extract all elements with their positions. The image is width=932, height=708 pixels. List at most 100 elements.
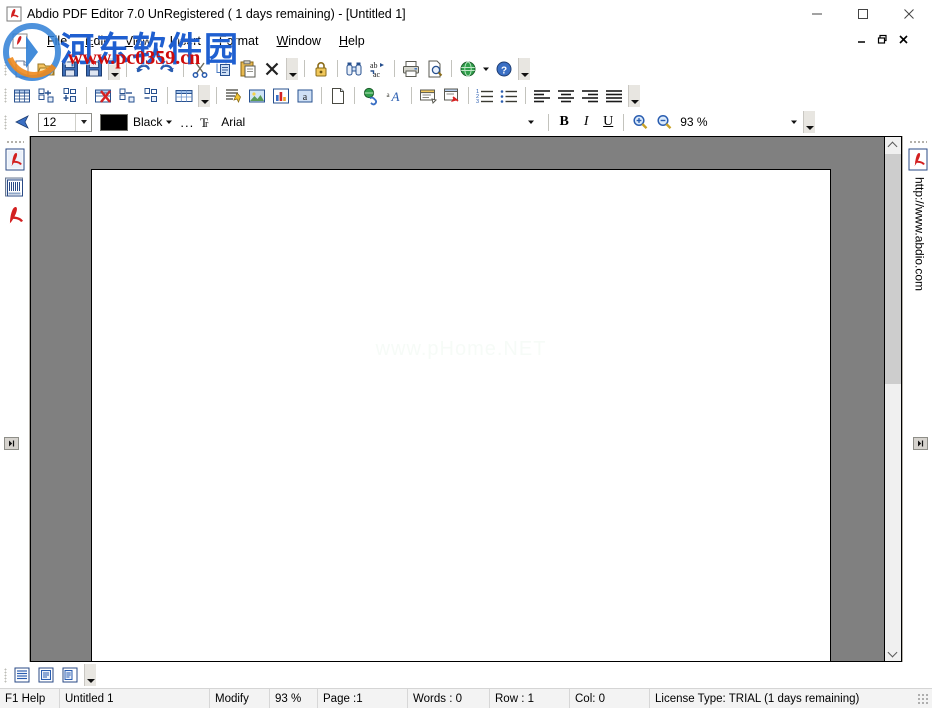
expand-panel-icon[interactable]	[4, 437, 19, 450]
menu-item-edit[interactable]: Edit	[76, 31, 116, 51]
save-icon[interactable]	[58, 57, 82, 80]
minimize-icon[interactable]	[794, 0, 840, 27]
menu-item-format[interactable]: Format	[210, 31, 268, 51]
select-arrow-icon[interactable]	[10, 111, 34, 134]
watermark-icon[interactable]: a A	[383, 84, 407, 107]
delete-row-icon[interactable]	[139, 84, 163, 107]
zoom-dropdown-arrow-icon[interactable]	[787, 118, 801, 126]
toolbar-overflow-4[interactable]	[198, 85, 210, 107]
pdf-app-icon[interactable]	[906, 147, 930, 173]
copy-icon[interactable]	[212, 57, 236, 80]
document-canvas[interactable]: www.pHome.NET	[30, 136, 902, 662]
insert-page-icon[interactable]	[326, 84, 350, 107]
menu-item-file[interactable]: FFileile	[38, 31, 76, 51]
pdf-attach-icon[interactable]	[3, 203, 27, 229]
toolbar-overflow-3[interactable]	[518, 58, 530, 80]
align-center-icon[interactable]	[554, 84, 578, 107]
document-page[interactable]: www.pHome.NET	[91, 169, 831, 662]
table-icon[interactable]	[10, 84, 34, 107]
close-icon[interactable]	[886, 0, 932, 27]
globe-dropdown-arrow-icon[interactable]	[480, 57, 492, 80]
bullet-list-icon[interactable]	[497, 84, 521, 107]
delete-table-icon[interactable]	[91, 84, 115, 107]
align-justify-icon[interactable]	[602, 84, 626, 107]
scrollbar-thumb[interactable]	[885, 154, 901, 384]
insert-image-icon[interactable]	[245, 84, 269, 107]
maximize-icon[interactable]	[840, 0, 886, 27]
toolbar-overflow-5[interactable]	[628, 85, 640, 107]
form-field-icon[interactable]	[221, 84, 245, 107]
menu-item-help[interactable]: Help	[330, 31, 374, 51]
print-preview-icon[interactable]	[423, 57, 447, 80]
new-document-icon[interactable]	[10, 57, 34, 80]
zoom-out-icon[interactable]	[652, 111, 676, 134]
paste-icon[interactable]	[236, 57, 260, 80]
insert-column-icon[interactable]	[34, 84, 58, 107]
bold-button[interactable]: B	[553, 112, 575, 133]
menu-item-view[interactable]: View	[116, 31, 161, 51]
chevron-down-icon[interactable]	[75, 114, 91, 131]
mdi-minimize-icon[interactable]	[855, 31, 868, 47]
toolbar-grip[interactable]	[4, 115, 7, 130]
insert-chart-icon[interactable]	[269, 84, 293, 107]
expand-panel-icon[interactable]	[913, 437, 928, 450]
toolbar-grip[interactable]	[4, 668, 7, 683]
toolbar-grip[interactable]	[4, 88, 7, 103]
view-page-icon[interactable]	[34, 664, 58, 686]
abdio-url-label[interactable]: http://www.abdio.com	[909, 177, 927, 291]
menu-item-window[interactable]: Window	[267, 31, 329, 51]
font-size-combo[interactable]: 12	[38, 113, 92, 132]
insert-row-icon[interactable]	[58, 84, 82, 107]
menu-item-insert[interactable]: Insert	[161, 31, 210, 51]
panel-grip[interactable]	[6, 140, 24, 144]
stamp-icon[interactable]	[440, 84, 464, 107]
color-swatch[interactable]	[100, 114, 128, 131]
redo-icon[interactable]	[155, 57, 179, 80]
color-dropdown-arrow-icon[interactable]	[162, 118, 176, 126]
toolbar-overflow-1[interactable]	[108, 58, 120, 80]
align-right-icon[interactable]	[578, 84, 602, 107]
toolbar-grip[interactable]	[4, 61, 7, 76]
insert-textbox-icon[interactable]: a	[293, 84, 317, 107]
scrollbar-track[interactable]	[885, 154, 901, 644]
save-as-icon[interactable]	[82, 57, 106, 80]
italic-button[interactable]: I	[575, 112, 597, 133]
lock-icon[interactable]	[309, 57, 333, 80]
scroll-down-icon[interactable]	[885, 644, 901, 661]
font-name-combo[interactable]: T r Arial	[200, 113, 538, 132]
font-dropdown-arrow-icon[interactable]	[524, 118, 538, 126]
zoom-in-icon[interactable]	[628, 111, 652, 134]
hyperlink-icon[interactable]	[359, 84, 383, 107]
help-question-icon[interactable]: ?	[492, 57, 516, 80]
resize-grip-icon[interactable]	[917, 693, 929, 705]
view-layout-icon[interactable]	[58, 664, 82, 686]
scroll-up-icon[interactable]	[885, 137, 901, 154]
table-grid-icon[interactable]	[172, 84, 196, 107]
view-normal-icon[interactable]	[10, 664, 34, 686]
replace-abac-icon[interactable]: ab ac	[366, 57, 390, 80]
comment-icon[interactable]	[416, 84, 440, 107]
cut-scissors-icon[interactable]	[188, 57, 212, 80]
toolbar-overflow-2[interactable]	[286, 58, 298, 80]
mdi-restore-icon[interactable]	[876, 31, 889, 47]
more-colors-button[interactable]: ...	[176, 115, 198, 130]
pdf-bookmark-icon[interactable]	[3, 147, 27, 173]
find-binoculars-icon[interactable]	[342, 57, 366, 80]
viewbar-overflow[interactable]	[84, 664, 96, 686]
globe-icon[interactable]	[456, 57, 480, 80]
print-icon[interactable]	[399, 57, 423, 80]
numbered-list-icon[interactable]: 1 2 3	[473, 84, 497, 107]
underline-button[interactable]: U	[597, 112, 619, 133]
delete-column-icon[interactable]	[115, 84, 139, 107]
zoom-combo[interactable]: 93 %	[676, 115, 801, 129]
panel-grip[interactable]	[909, 140, 927, 144]
color-picker[interactable]: Black ...	[100, 114, 198, 131]
mdi-close-icon[interactable]	[897, 31, 910, 47]
delete-x-icon[interactable]	[260, 57, 284, 80]
undo-icon[interactable]	[131, 57, 155, 80]
align-left-icon[interactable]	[530, 84, 554, 107]
toolbar-overflow-6[interactable]	[803, 111, 815, 133]
mdi-app-icon[interactable]	[12, 33, 28, 49]
document-vertical-scrollbar[interactable]	[884, 137, 901, 661]
open-folder-icon[interactable]	[34, 57, 58, 80]
